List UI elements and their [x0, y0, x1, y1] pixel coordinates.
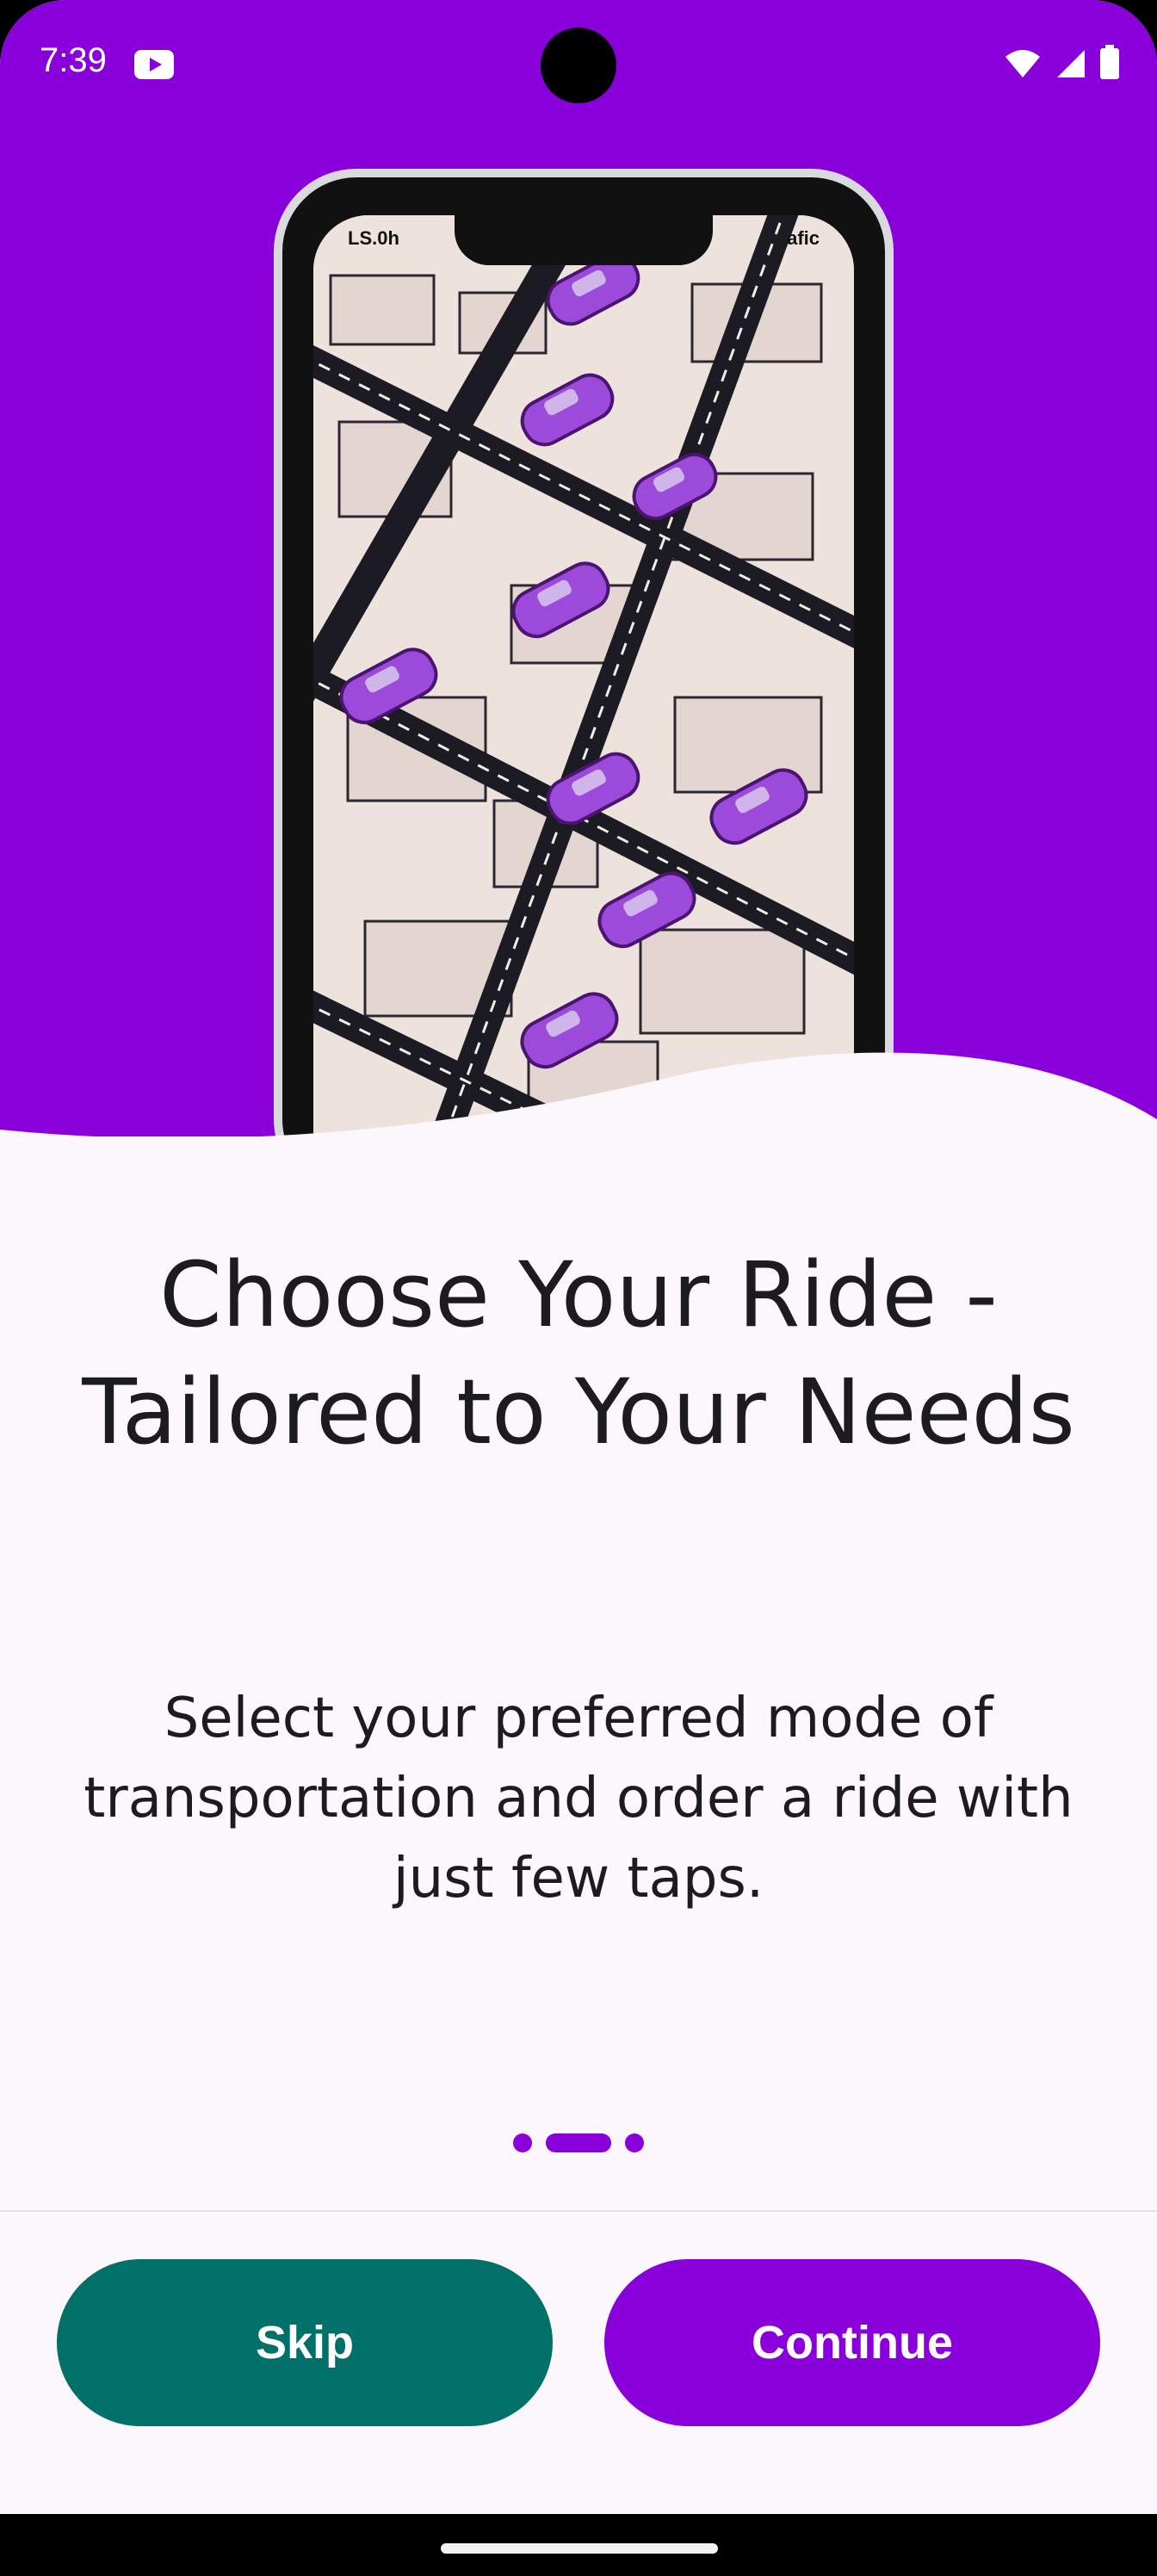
continue-button[interactable]: Continue: [604, 2259, 1100, 2426]
phone-notch: [455, 215, 713, 265]
battery-icon: [1100, 45, 1119, 79]
hero-wave-divider: [0, 1052, 1157, 1205]
page-indicator: [0, 2133, 1157, 2152]
page-indicator-dot-1[interactable]: [513, 2133, 532, 2152]
page-indicator-dot-3[interactable]: [625, 2133, 644, 2152]
cellular-signal-icon: [1057, 50, 1085, 77]
app-screen: 7:39 LS.0h afic Choose Your Ride - Tailo…: [0, 0, 1157, 2576]
mockup-status-left: LS.0h: [348, 227, 399, 249]
onboarding-title-line2: Tailored to Your Needs: [82, 1359, 1075, 1464]
gesture-home-handle[interactable]: [441, 2543, 718, 2554]
hero-illustration: 7:39 LS.0h afic: [0, 0, 1157, 1136]
youtube-notification-icon: [134, 50, 174, 79]
wifi-icon: [1005, 50, 1040, 77]
status-bar: 7:39: [0, 0, 1157, 129]
onboarding-subtitle: Select your preferred mode of transporta…: [84, 1687, 1073, 1910]
system-icons: [1004, 45, 1119, 79]
status-time: 7:39: [40, 41, 107, 79]
skip-button[interactable]: Skip: [57, 2259, 553, 2426]
page-indicator-dot-2-active[interactable]: [546, 2133, 611, 2152]
map-streets-with-cars: [313, 215, 854, 1136]
phone-mockup: LS.0h afic: [274, 169, 894, 1136]
mockup-status-right: afic: [787, 227, 820, 249]
onboarding-title-line1: Choose Your Ride -: [159, 1242, 998, 1347]
onboarding-title: Choose Your Ride - Tailored to Your Need…: [0, 1236, 1157, 1471]
front-camera: [541, 28, 616, 103]
bottom-divider: [0, 2210, 1157, 2212]
city-map-illustration: LS.0h afic: [313, 215, 854, 1136]
